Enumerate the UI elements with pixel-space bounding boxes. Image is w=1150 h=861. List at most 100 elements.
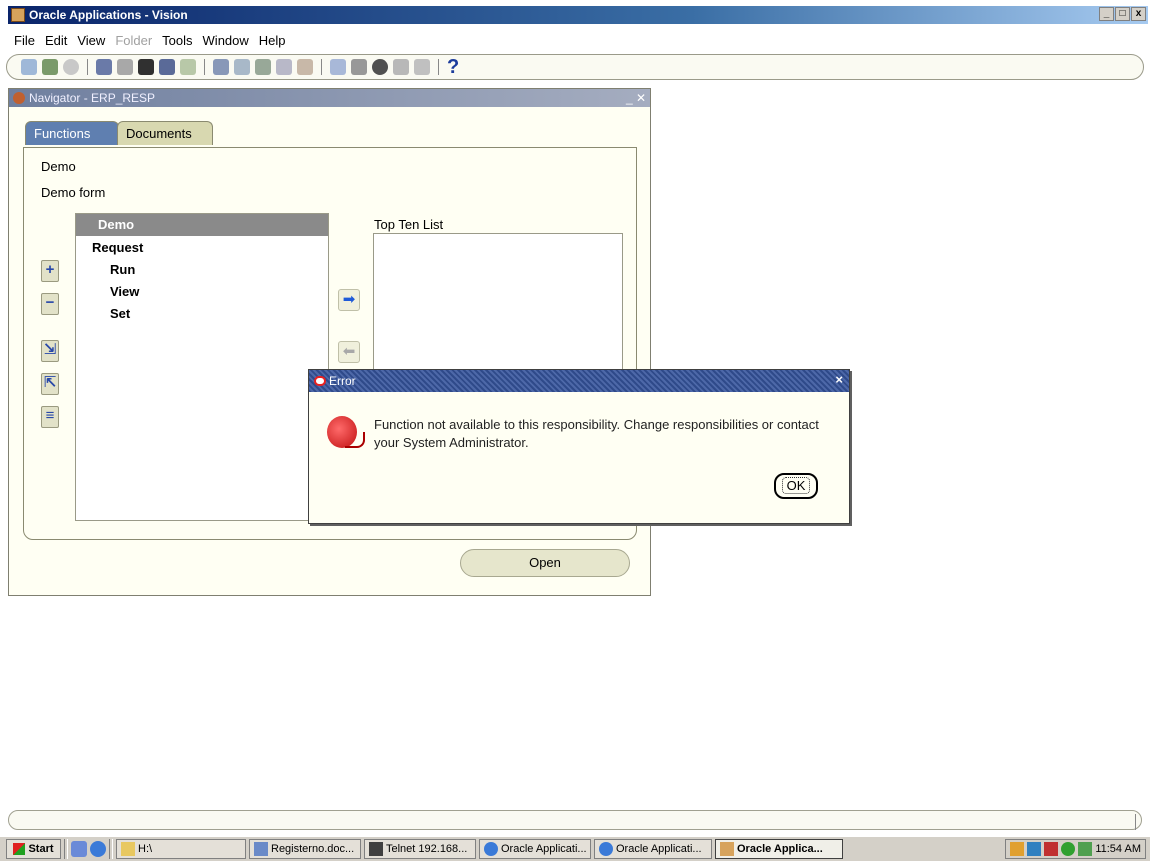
taskbar-item-telnet[interactable]: Telnet 192.168... [364, 839, 476, 859]
navigator-icon[interactable] [180, 59, 196, 75]
window-controls: _ □ x [1099, 7, 1146, 21]
top-ten-list-label: Top Ten List [374, 217, 444, 232]
taskbar-item-oracle-1[interactable]: Oracle Applicati... [479, 839, 591, 859]
tree-item-view[interactable]: View [110, 284, 139, 299]
close-form-icon[interactable] [159, 59, 175, 75]
oracle-app-icon [720, 842, 734, 856]
edit-field-icon[interactable] [330, 59, 346, 75]
expand-all-button[interactable]: ⇱ [41, 373, 59, 395]
collapse-all-button[interactable]: ≡ [41, 406, 59, 428]
remove-from-top-ten-button[interactable]: ⬅ [338, 341, 360, 363]
taskbar-item-label: H:\ [138, 843, 153, 855]
find-icon[interactable] [42, 59, 58, 75]
telnet-icon [369, 842, 383, 856]
help-icon[interactable]: ? [447, 57, 459, 77]
word-document-icon [254, 842, 268, 856]
tree-item-request[interactable]: Request [92, 240, 143, 255]
new-record-icon[interactable] [276, 59, 292, 75]
start-button[interactable]: Start [6, 839, 61, 859]
paste-icon[interactable] [255, 59, 271, 75]
menu-file[interactable]: File [14, 33, 35, 48]
new-icon[interactable] [21, 59, 37, 75]
navigator-title: Navigator - ERP_RESP [29, 91, 156, 105]
navigator-icon [13, 92, 25, 104]
tree-item-selected[interactable]: Demo [76, 214, 328, 236]
expand-branch-button[interactable]: ⇲ [41, 340, 59, 362]
status-bar-divider [1135, 814, 1136, 830]
cut-icon[interactable] [213, 59, 229, 75]
system-tray: 11:54 AM [1005, 839, 1146, 859]
ok-button[interactable]: OK [774, 473, 818, 499]
taskbar-separator [109, 839, 113, 859]
collapse-button[interactable]: − [41, 293, 59, 315]
navigator-window-controls[interactable]: _ ✕ [626, 91, 646, 105]
taskbar-item-oracle-active[interactable]: Oracle Applica... [715, 839, 843, 859]
translations-icon[interactable] [372, 59, 388, 75]
taskbar-item-word[interactable]: Registerno.doc... [249, 839, 361, 859]
app-title: Oracle Applications - Vision [29, 8, 188, 22]
taskbar-item-oracle-2[interactable]: Oracle Applicati... [594, 839, 712, 859]
menu-view[interactable]: View [77, 33, 105, 48]
tab-functions[interactable]: Functions [25, 121, 119, 145]
taskbar-item-label: Telnet 192.168... [386, 843, 468, 855]
show-desktop-icon[interactable] [71, 841, 87, 857]
attachments-icon[interactable] [393, 59, 409, 75]
tree-item-set[interactable]: Set [110, 306, 130, 321]
breadcrumb-level-2: Demo form [41, 185, 106, 200]
add-to-top-ten-button[interactable]: ➡ [338, 289, 360, 311]
menu-folder[interactable]: Folder [115, 33, 152, 48]
windows-logo-icon [13, 843, 26, 855]
function-tree[interactable]: Demo Request Run View Set [75, 213, 329, 521]
menu-edit[interactable]: Edit [45, 33, 67, 48]
error-close-icon[interactable]: × [835, 372, 843, 387]
close-button[interactable]: x [1131, 7, 1146, 21]
menu-window[interactable]: Window [203, 33, 249, 48]
tray-network-icon[interactable] [1010, 842, 1025, 856]
windows-taskbar: Start H:\ Registerno.doc... Telnet 192.1… [0, 836, 1150, 861]
toolbar-separator [87, 59, 88, 75]
tray-volume-icon[interactable] [1027, 842, 1042, 856]
tree-item-run[interactable]: Run [110, 262, 135, 277]
arrow-right-icon: ➡ [342, 291, 356, 308]
toolbar-separator [438, 59, 439, 75]
taskbar-clock: 11:54 AM [1095, 843, 1141, 855]
minimize-button[interactable]: _ [1099, 7, 1114, 21]
folder-tools-icon[interactable] [414, 59, 430, 75]
toolbar-separator [321, 59, 322, 75]
tray-antivirus-icon[interactable] [1044, 842, 1059, 856]
navigator-title-bar[interactable]: Navigator - ERP_RESP _ ✕ [9, 89, 650, 107]
clock-icon[interactable] [63, 59, 79, 75]
print-icon[interactable] [138, 59, 154, 75]
zoom-icon[interactable] [351, 59, 367, 75]
delete-record-icon[interactable] [297, 59, 313, 75]
app-title-bar[interactable]: Oracle Applications - Vision _ □ x [8, 6, 1148, 24]
folder-icon [121, 842, 135, 856]
browser-icon [484, 842, 498, 856]
oracle-logo-icon [314, 376, 326, 386]
save-icon[interactable] [96, 59, 112, 75]
ok-button-label: OK [781, 477, 811, 494]
taskbar-item-label: Registerno.doc... [271, 843, 355, 855]
error-message: Function not available to this responsib… [374, 417, 819, 450]
maximize-button[interactable]: □ [1115, 7, 1130, 21]
menu-bar: File Edit View Folder Tools Window Help [14, 33, 286, 48]
taskbar-item-label: Oracle Applicati... [501, 843, 587, 855]
open-button[interactable]: Open [460, 549, 630, 577]
tray-messenger-icon[interactable] [1061, 842, 1076, 856]
expand-button[interactable]: + [41, 260, 59, 282]
tray-update-icon[interactable] [1078, 842, 1093, 856]
error-dialog-title-bar[interactable]: Error × [309, 370, 849, 392]
menu-help[interactable]: Help [259, 33, 286, 48]
taskbar-item-label: Oracle Applicati... [616, 843, 702, 855]
status-bar [8, 810, 1142, 830]
error-dialog: Error × Function not available to this r… [308, 369, 850, 524]
tab-documents[interactable]: Documents [117, 121, 213, 145]
taskbar-item-explorer[interactable]: H:\ [116, 839, 246, 859]
menu-tools[interactable]: Tools [162, 33, 192, 48]
arrow-left-icon: ⬅ [342, 343, 356, 360]
switch-responsibility-icon[interactable] [117, 59, 133, 75]
internet-explorer-icon[interactable] [90, 841, 106, 857]
error-dialog-title: Error [329, 374, 356, 388]
browser-icon [599, 842, 613, 856]
copy-icon[interactable] [234, 59, 250, 75]
